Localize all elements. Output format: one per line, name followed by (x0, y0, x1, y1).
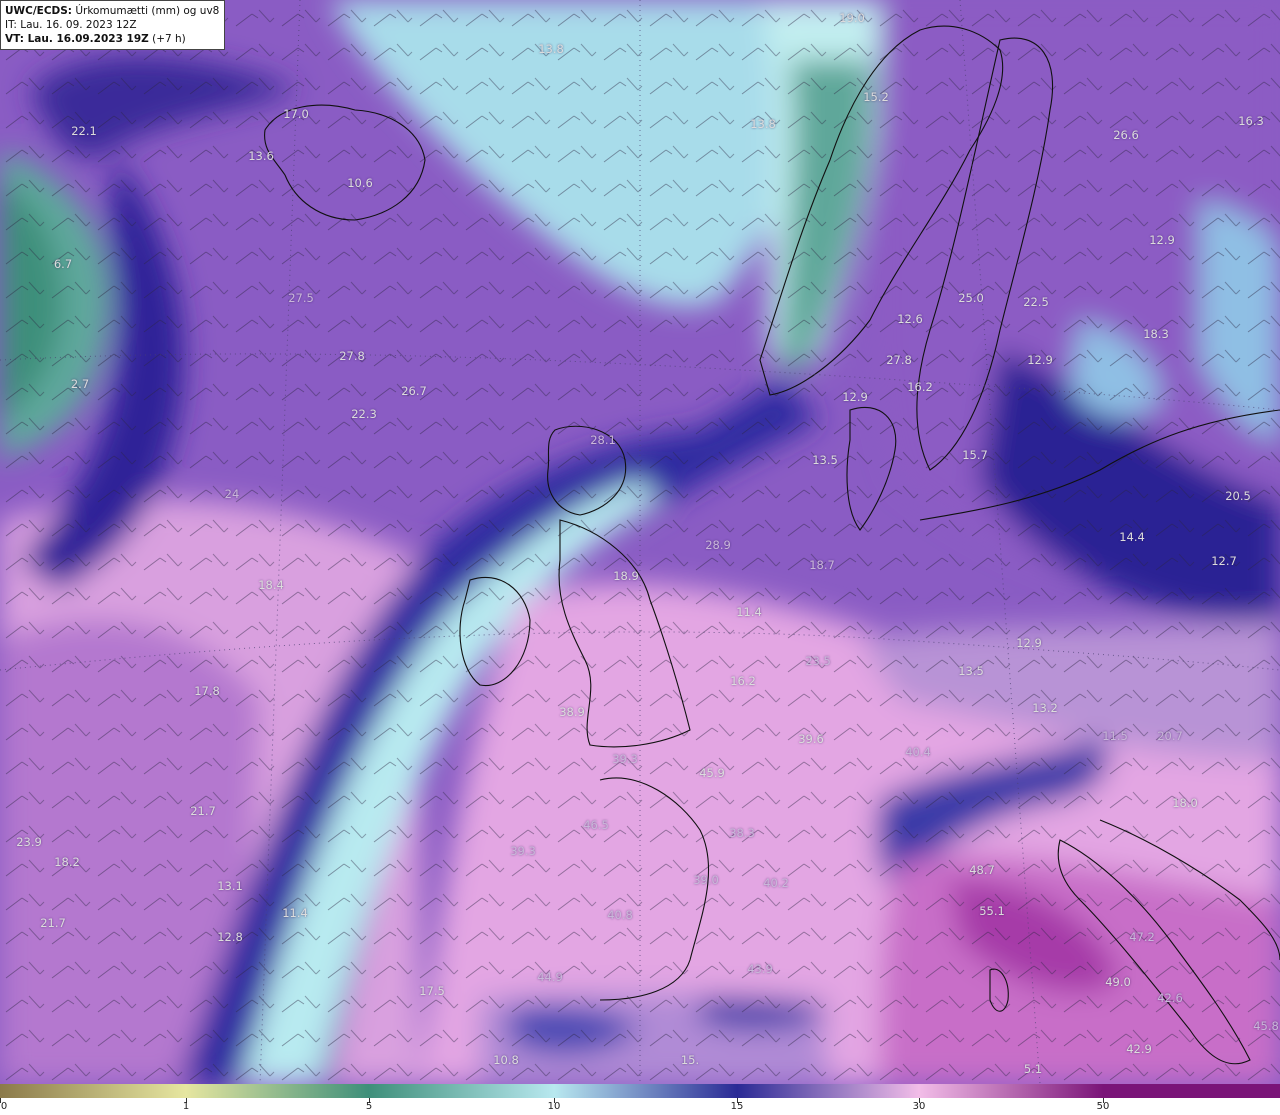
value-label: 55.1 (979, 904, 1005, 918)
value-label: 12.9 (1149, 233, 1175, 247)
value-label: 15. (680, 1053, 700, 1067)
value-label: 28.9 (705, 538, 731, 552)
value-label: 21.7 (40, 916, 66, 930)
value-label: 11.4 (736, 605, 762, 619)
value-label: 18.9 (613, 569, 639, 583)
value-label: 39.3 (510, 844, 536, 858)
value-label: 44.9 (537, 970, 563, 984)
value-label: 42.9 (1126, 1042, 1152, 1056)
value-label: 21.7 (190, 804, 216, 818)
colorbar-tick-label: 1 (182, 1101, 190, 1112)
value-label: 17.0 (283, 107, 309, 121)
value-label: 18.2 (54, 855, 80, 869)
value-label: 14.4 (1119, 530, 1145, 544)
value-label: 16.2 (907, 380, 933, 394)
value-label: 18.0 (1172, 796, 1198, 810)
value-label: 23.5 (805, 654, 831, 668)
value-label: 5.1 (1023, 1062, 1043, 1076)
value-label: 16.3 (1238, 114, 1264, 128)
value-label: 12.9 (842, 390, 868, 404)
colorbar: 0 1 5 10 15 30 50 (0, 1084, 1280, 1115)
value-label: 40.8 (607, 908, 633, 922)
value-label: 19.0 (839, 11, 865, 25)
value-label: 6.7 (53, 257, 73, 271)
value-label: 12.7 (1211, 554, 1237, 568)
value-label: 22.1 (71, 124, 97, 138)
map-header: UWC/ECDS: Úrkomumætti (mm) og uv850. IT:… (0, 0, 225, 50)
value-label: 26.6 (1113, 128, 1139, 142)
value-label: 20.7 (1157, 729, 1183, 743)
colorbar-tick-label: 15 (730, 1101, 744, 1112)
value-label: 43.9 (747, 962, 773, 976)
value-label: 13.6 (248, 149, 274, 163)
value-label: 28.1 (590, 433, 616, 447)
value-label: 39.6 (798, 732, 824, 746)
value-label: 10.8 (493, 1053, 519, 1067)
value-label: 15.2 (863, 90, 889, 104)
value-label: 15.7 (962, 448, 988, 462)
value-label: 13.2 (1032, 701, 1058, 715)
value-label: 11.4 (282, 906, 308, 920)
value-label: 47.2 (1129, 930, 1155, 944)
value-label: 25.0 (958, 291, 984, 305)
value-label: 18.3 (1143, 327, 1169, 341)
value-label: 42.6 (1157, 991, 1183, 1005)
value-label: 26.7 (401, 384, 427, 398)
precipitable-water-map[interactable]: 19.0 13.8 15.2 16.3 22.1 17.0 13.8 26.6 13.6 10.6… (0, 0, 1280, 1084)
init-time: IT: Lau. 16. 09. 2023 12Z (5, 19, 137, 31)
value-label: 45.8 (1253, 1019, 1279, 1033)
colorbar-tick-label: 30 (912, 1101, 926, 1112)
colorbar-tick-label: 50 (1096, 1101, 1110, 1112)
value-label: 49.0 (1105, 975, 1131, 989)
value-label: 13.8 (538, 42, 564, 56)
value-label: 2.7 (70, 377, 90, 391)
value-label: 40.4 (905, 745, 931, 759)
value-label: 20.5 (1225, 489, 1251, 503)
value-label: 39.3 (612, 752, 638, 766)
value-label: 38.3 (729, 826, 755, 840)
value-label: 38.9 (559, 705, 585, 719)
value-label: 24 (224, 487, 240, 501)
value-label: 40.2 (763, 876, 789, 890)
value-label: 22.3 (351, 407, 377, 421)
value-label: 13.1 (217, 879, 243, 893)
colorbar-tick-label: 0 (0, 1101, 8, 1112)
value-label: 27.8 (886, 353, 912, 367)
value-label: 39.0 (693, 873, 719, 887)
colorbar-tick-label: 10 (547, 1101, 561, 1112)
value-label: 45.9 (699, 766, 725, 780)
value-label: 46.5 (583, 818, 609, 832)
colorbar-gradient (0, 1084, 1280, 1098)
value-label: 27.5 (288, 291, 314, 305)
value-label: 13.8 (750, 117, 776, 131)
colorbar-tick-label: 5 (365, 1101, 373, 1112)
value-label: 12.8 (217, 930, 243, 944)
valid-time: VT: Lau. 16.09.2023 19Z (+7 h) (5, 33, 186, 45)
value-label: 27.8 (339, 349, 365, 363)
value-label: 12.9 (1027, 353, 1053, 367)
value-label: 11.5 (1102, 729, 1128, 743)
value-label: 13.5 (812, 453, 838, 467)
value-label: 12.6 (897, 312, 923, 326)
value-label: 17.5 (419, 984, 445, 998)
value-label: 22.5 (1023, 295, 1049, 309)
value-label: 17.8 (194, 684, 220, 698)
value-label: 23.9 (16, 835, 42, 849)
value-label: 13.5 (958, 664, 984, 678)
value-label: 48.7 (969, 863, 995, 877)
value-label: 18.7 (809, 558, 835, 572)
value-label: 18.4 (258, 578, 284, 592)
value-label: 12.9 (1016, 636, 1042, 650)
wind-barbs-overlay (0, 0, 1280, 1084)
map-title: UWC/ECDS: Úrkomumætti (mm) og uv850. (5, 5, 220, 17)
value-label: 16.2 (730, 674, 756, 688)
value-label: 10.6 (347, 176, 373, 190)
